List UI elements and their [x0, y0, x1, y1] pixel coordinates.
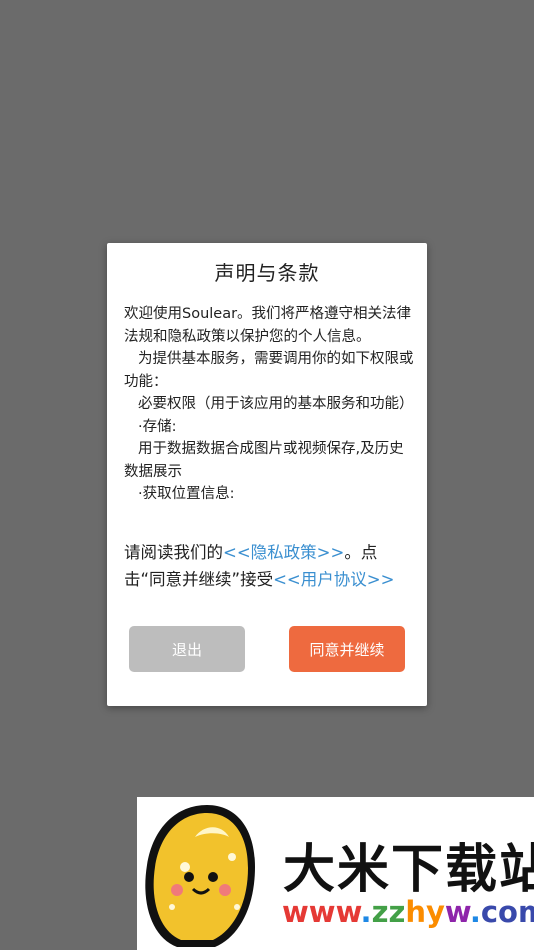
url-part: www: [282, 895, 361, 929]
exit-button[interactable]: 退出: [129, 626, 245, 672]
terms-paragraph: 欢迎使用Soulear。我们将严格遵守相关法律法规和隐私政策以保护您的个人信息。: [124, 306, 412, 345]
terms-paragraph: 必要权限（用于该应用的基本服务和功能）: [138, 396, 414, 412]
url-part: .: [469, 895, 481, 929]
dialog-title: 声明与条款: [214, 261, 320, 285]
watermark-site-name: 大米下载站: [283, 840, 534, 900]
terms-paragraph: ·获取位置信息:: [138, 486, 235, 502]
url-part: w: [444, 895, 470, 929]
terms-paragraph: ·存储:: [138, 418, 177, 435]
url-part: zz: [371, 895, 406, 929]
agree-continue-button[interactable]: 同意并继续: [289, 626, 405, 672]
terms-paragraph: 用于数据数据合成图片或视频保存,及历史数据展示: [124, 441, 404, 480]
url-part: com: [480, 895, 534, 929]
privacy-policy-link[interactable]: <<隐私政策>>: [223, 543, 344, 562]
url-part: .: [360, 895, 372, 929]
rice-mascot-logo: [145, 805, 255, 947]
watermark-banner: 大米下载站 www.zzhyw.com: [137, 797, 534, 950]
terms-paragraph: 为提供基本服务，需要调用你的如下权限或功能：: [124, 351, 414, 390]
url-part: hy: [405, 895, 445, 929]
terms-scroll-area[interactable]: 欢迎使用Soulear。我们将严格遵守相关法律法规和隐私政策以保护您的个人信息。…: [124, 303, 414, 525]
user-agreement-link[interactable]: <<用户协议>>: [273, 570, 394, 589]
consent-notice: 请阅读我们的<<隐私政策>>。点击“同意并继续”接受<<用户协议>>: [124, 539, 414, 593]
notice-text: 请阅读我们的: [124, 543, 223, 562]
terms-dialog: 声明与条款 欢迎使用Soulear。我们将严格遵守相关法律法规和隐私政策以保护您…: [107, 243, 427, 706]
watermark-site-url: www.zzhyw.com: [282, 895, 534, 929]
